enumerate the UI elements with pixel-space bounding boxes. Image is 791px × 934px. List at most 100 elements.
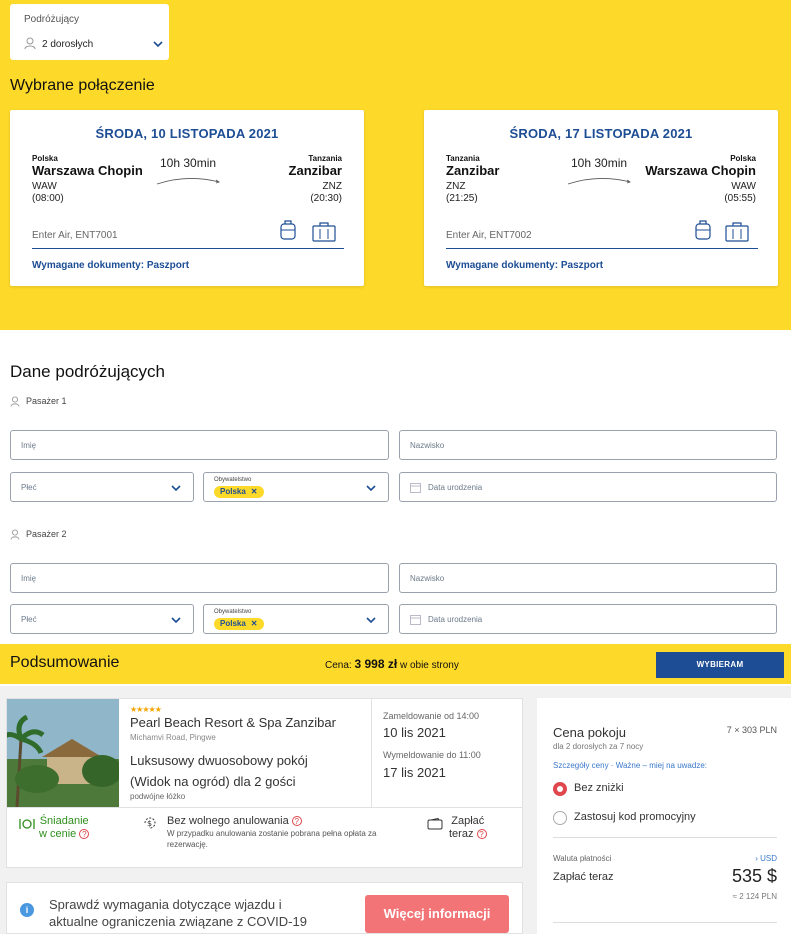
help-icon[interactable]: ? <box>476 829 487 840</box>
currency-link[interactable]: › USD <box>755 854 777 863</box>
person-icon <box>10 529 20 540</box>
last-name-input[interactable]: Nazwisko <box>399 563 777 593</box>
origin-code: WAW <box>32 181 57 192</box>
divider <box>553 922 777 923</box>
divider <box>553 837 777 838</box>
flight-number: Enter Air, ENT7001 <box>32 230 118 241</box>
outbound-flight-card: ŚRODA, 10 LISTOPADA 2021 Polska Warszawa… <box>10 110 364 286</box>
checked-bag-icon <box>312 222 336 242</box>
summary-bar: Podsumowanie Cena: 3 998 zł w obie stron… <box>0 644 791 684</box>
remove-icon[interactable]: ✕ <box>251 619 258 628</box>
placeholder: Data urodzenia <box>428 483 483 492</box>
calendar-icon <box>410 615 421 625</box>
currency-label: Waluta płatności <box>553 854 612 863</box>
hotel-photo <box>7 699 119 807</box>
travelers-value: 2 dorosłych <box>42 39 94 50</box>
checked-bag-icon <box>725 222 749 242</box>
pay-now-label: Zapłać teraz <box>553 871 614 883</box>
price-suffix: w obie strony <box>399 660 459 671</box>
travelers-label: Podróżujący <box>24 14 80 25</box>
chevron-down-icon <box>171 485 181 492</box>
chip-label: Polska <box>220 487 246 496</box>
checkout-label: Wymeldowanie do 11:00 <box>383 750 481 760</box>
checkout-date: 17 lis 2021 <box>383 765 446 780</box>
destination-city: Warszawa Chopin <box>645 163 756 178</box>
placeholder: Nazwisko <box>410 574 445 583</box>
first-name-input[interactable]: Imię <box>10 430 389 460</box>
destination-code: ZNZ <box>322 181 342 192</box>
origin-city: Warszawa Chopin <box>32 163 143 178</box>
cancel-title: Bez wolnego anulowania <box>167 815 289 827</box>
radio-label: Bez zniżki <box>574 782 624 794</box>
pay-now-amount-pln: ≈ 2 124 PLN <box>732 892 777 901</box>
birthdate-input[interactable]: Data urodzenia <box>399 472 777 502</box>
covid-info-banner: i Sprawdź wymagania dotyczące wjazdu i a… <box>6 882 523 934</box>
passenger-1-header: Pasażer 1 <box>10 396 67 407</box>
feature-line: w cenie <box>39 828 77 840</box>
placeholder: Imię <box>21 574 37 583</box>
chevron-down-icon <box>171 617 181 624</box>
info-icon: i <box>20 903 34 917</box>
flight-path-icon <box>567 178 631 185</box>
wallet-icon <box>427 818 443 830</box>
gender-select[interactable]: Płeć <box>10 472 194 502</box>
birthdate-input[interactable]: Data urodzenia <box>399 604 777 634</box>
selected-connection-title: Wybrane połączenie <box>10 77 155 94</box>
total-price: Cena: 3 998 zł w obie strony <box>325 657 459 671</box>
cabin-bag-icon <box>695 220 711 240</box>
first-name-input[interactable]: Imię <box>10 563 389 593</box>
remove-icon[interactable]: ✕ <box>251 487 258 496</box>
flight-date: ŚRODA, 10 LISTOPADA 2021 <box>95 126 279 141</box>
gender-select[interactable]: Płeć <box>10 604 194 634</box>
more-info-button[interactable]: Więcej informacji <box>365 895 509 933</box>
feature-line: Śniadanie <box>39 815 89 827</box>
placeholder: Płeć <box>21 483 37 492</box>
price-card: Cena pokoju 7 × 303 PLN dla 2 dorosłych … <box>537 698 791 934</box>
pay-now: Zapłać teraz ? <box>449 815 487 841</box>
placeholder: Imię <box>21 441 37 450</box>
checkin-date: 10 lis 2021 <box>383 725 446 740</box>
select-button[interactable]: WYBIERAM <box>656 652 784 678</box>
travelers-dropdown[interactable]: Podróżujący 2 dorosłych <box>10 4 169 60</box>
feature-line: Zapłać <box>451 815 485 827</box>
covid-line: aktualne ograniczenia związane z COVID-1… <box>49 914 307 929</box>
passenger-2-header: Pasażer 2 <box>10 529 67 540</box>
breakfast-included: Śniadanie w cenie ? <box>39 815 90 841</box>
cancel-description: W przypadku anulowania zostanie pobrana … <box>167 829 377 849</box>
citizenship-chip[interactable]: Polska ✕ <box>214 486 264 498</box>
hotel-card: ★★★★★ Pearl Beach Resort & Spa Zanzibar … <box>6 698 523 868</box>
no-discount-radio[interactable] <box>553 782 567 796</box>
origin-code: ZNZ <box>446 181 466 192</box>
citizenship-select[interactable]: Obywatelstwo Polska ✕ <box>203 604 389 634</box>
help-icon[interactable]: ? <box>79 829 90 840</box>
flight-duration: 10h 30min <box>571 156 628 170</box>
refund-icon: $ <box>144 817 156 829</box>
citizenship-select[interactable]: Obywatelstwo Polska ✕ <box>203 472 389 502</box>
radio-label: Zastosuj kod promocyjny <box>574 811 696 823</box>
promo-code-radio[interactable] <box>553 811 567 825</box>
calendar-icon <box>410 483 421 493</box>
chevron-down-icon <box>366 617 376 624</box>
price-subtitle: dla 2 dorosłych za 7 nocy <box>553 742 644 751</box>
flight-number: Enter Air, ENT7002 <box>446 230 532 241</box>
covid-line: Sprawdź wymagania dotyczące wjazdu i <box>49 897 282 912</box>
cabin-bag-icon <box>280 220 296 240</box>
room-name: Luksusowy dwuosobowy pokój (Widok na ogr… <box>130 753 308 789</box>
origin-country: Polska <box>32 154 58 163</box>
price-details-link[interactable]: Szczegóły ceny · Ważne – miej na uwadze: <box>553 761 707 770</box>
citizenship-chip[interactable]: Polska ✕ <box>214 618 264 630</box>
destination-country: Polska <box>730 154 756 163</box>
citizenship-label: Obywatelstwo <box>214 609 252 615</box>
pay-now-amount: 535 $ <box>731 866 777 886</box>
chip-label: Polska <box>220 619 246 628</box>
passenger-label: Pasażer 2 <box>26 529 67 539</box>
origin-country: Tanzania <box>446 154 480 163</box>
flight-path-icon <box>156 178 220 185</box>
return-flight-card: ŚRODA, 17 LISTOPADA 2021 Tanzania Zanzib… <box>424 110 778 286</box>
divider <box>446 248 758 249</box>
breakfast-icon <box>19 819 35 829</box>
departure-time: (08:00) <box>32 193 64 204</box>
help-icon[interactable]: ? <box>291 816 302 827</box>
last-name-input[interactable]: Nazwisko <box>399 430 777 460</box>
price-prefix: Cena: <box>325 660 352 671</box>
